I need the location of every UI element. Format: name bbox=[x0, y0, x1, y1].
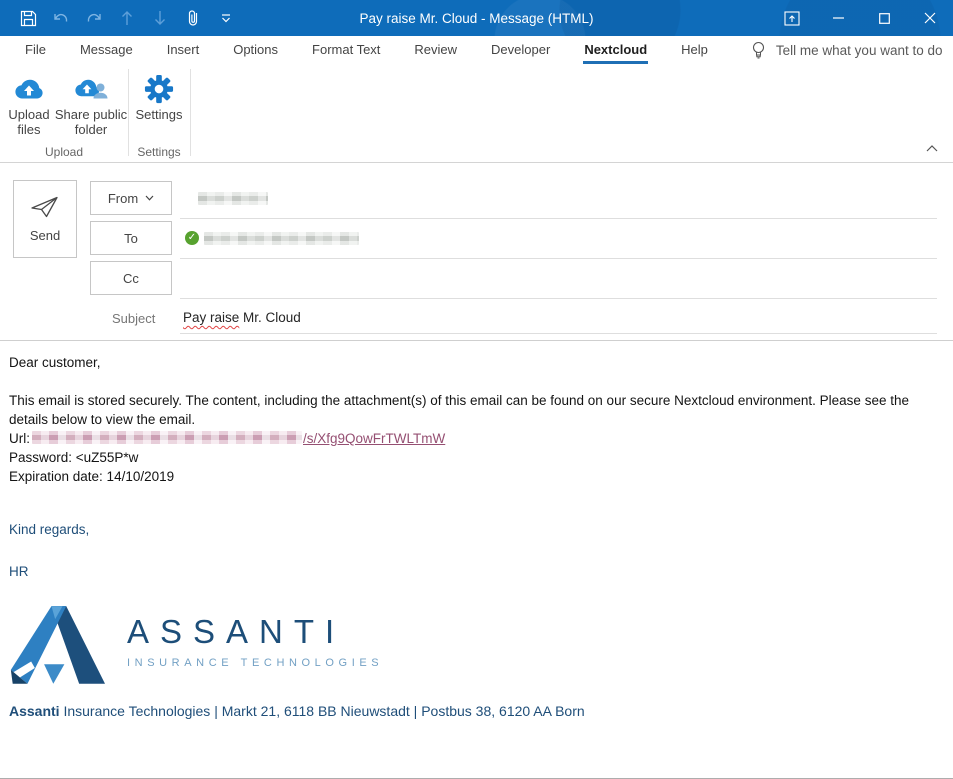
ribbon: Uploadfiles Share publicfolder Upload Se… bbox=[0, 65, 953, 163]
url-redacted-part bbox=[32, 431, 302, 444]
body-greeting: Dear customer, bbox=[9, 353, 937, 372]
field-divider bbox=[180, 258, 937, 259]
from-button[interactable]: From bbox=[90, 181, 172, 215]
collapse-ribbon-icon[interactable] bbox=[923, 141, 941, 155]
send-plane-icon bbox=[30, 195, 60, 219]
assanti-logo-mark-icon bbox=[9, 603, 105, 685]
share-link[interactable]: /s/Xfg9QowFrTWLTmW bbox=[303, 431, 445, 446]
tab-developer[interactable]: Developer bbox=[474, 36, 567, 65]
tab-review[interactable]: Review bbox=[397, 36, 474, 65]
window-title: Pay raise Mr. Cloud - Message (HTML) bbox=[359, 0, 593, 36]
verified-check-icon: ✓ bbox=[185, 231, 199, 245]
body-paragraph: This email is stored securely. The conte… bbox=[9, 391, 937, 429]
body-signoff: HR bbox=[9, 562, 937, 581]
chevron-down-icon bbox=[145, 195, 154, 201]
url-line: Url:/s/Xfg9QowFrTWLTmW bbox=[9, 429, 937, 448]
ribbon-group-label-upload: Upload bbox=[0, 145, 128, 159]
ribbon-group-upload: Uploadfiles Share publicfolder Upload bbox=[0, 65, 128, 162]
upload-cloud-icon bbox=[12, 72, 46, 104]
title-bar: Pay raise Mr. Cloud - Message (HTML) bbox=[0, 0, 953, 36]
ribbon-display-options-icon[interactable] bbox=[769, 0, 815, 36]
maximize-icon[interactable] bbox=[861, 0, 907, 36]
body-closing: Kind regards, bbox=[9, 520, 937, 539]
tab-message[interactable]: Message bbox=[63, 36, 150, 65]
logo-tagline: INSURANCE TECHNOLOGIES bbox=[127, 654, 383, 673]
outlook-message-window: Pay raise Mr. Cloud - Message (HTML) Fil… bbox=[0, 0, 953, 779]
ribbon-group-settings: Settings Settings bbox=[128, 65, 190, 162]
send-label: Send bbox=[30, 228, 60, 243]
move-down-icon[interactable] bbox=[149, 6, 171, 30]
tab-options[interactable]: Options bbox=[216, 36, 295, 65]
settings-button[interactable]: Settings bbox=[133, 72, 185, 122]
attach-file-icon[interactable] bbox=[182, 6, 204, 30]
tab-nextcloud[interactable]: Nextcloud bbox=[567, 36, 664, 65]
tab-help[interactable]: Help bbox=[664, 36, 725, 65]
upload-files-button[interactable]: Uploadfiles bbox=[2, 72, 56, 137]
move-up-icon[interactable] bbox=[116, 6, 138, 30]
assanti-logo: ASSANTI INSURANCE TECHNOLOGIES bbox=[9, 603, 937, 685]
close-icon[interactable] bbox=[907, 0, 953, 36]
subject-field[interactable]: Pay raise Mr. Cloud bbox=[183, 308, 301, 327]
message-body[interactable]: Dear customer, This email is stored secu… bbox=[0, 341, 953, 721]
field-divider bbox=[180, 218, 937, 219]
quick-access-toolbar bbox=[0, 6, 237, 30]
window-controls bbox=[769, 0, 953, 36]
footer-company-bold: Assanti bbox=[9, 703, 60, 719]
to-address-redacted bbox=[204, 232, 359, 245]
subject-rest-text: Mr. Cloud bbox=[239, 310, 301, 325]
settings-gear-icon bbox=[144, 72, 174, 104]
ribbon-tab-row: File Message Insert Options Format Text … bbox=[0, 36, 953, 65]
footer-company-rest: Insurance Technologies | Markt 21, 6118 … bbox=[60, 703, 585, 719]
tab-file[interactable]: File bbox=[8, 36, 63, 65]
tab-insert[interactable]: Insert bbox=[150, 36, 217, 65]
lightbulb-icon bbox=[751, 41, 766, 60]
redo-icon[interactable] bbox=[83, 6, 105, 30]
tab-format-text[interactable]: Format Text bbox=[295, 36, 397, 65]
expiration-line: Expiration date: 14/10/2019 bbox=[9, 467, 937, 486]
subject-label: Subject bbox=[112, 309, 155, 328]
password-line: Password: <uZ55P*w bbox=[9, 448, 937, 467]
ribbon-group-label-settings: Settings bbox=[128, 145, 190, 159]
field-divider bbox=[180, 298, 937, 299]
share-public-folder-button[interactable]: Share publicfolder bbox=[56, 72, 126, 137]
send-button[interactable]: Send bbox=[13, 180, 77, 258]
from-address-redacted bbox=[198, 192, 268, 205]
subject-divider bbox=[180, 333, 937, 334]
share-cloud-icon bbox=[73, 72, 109, 104]
tell-me-label: Tell me what you want to do bbox=[776, 43, 943, 58]
logo-name: ASSANTI bbox=[127, 615, 383, 649]
save-icon[interactable] bbox=[17, 6, 39, 30]
minimize-icon[interactable] bbox=[815, 0, 861, 36]
customize-quick-access-icon[interactable] bbox=[215, 6, 237, 30]
signature-footer: Assanti Insurance Technologies | Markt 2… bbox=[9, 702, 937, 721]
to-button[interactable]: To bbox=[90, 221, 172, 255]
subject-misspelled-text: Pay raise bbox=[183, 310, 239, 325]
ribbon-group-divider bbox=[190, 69, 191, 156]
tell-me-box[interactable]: Tell me what you want to do bbox=[751, 36, 943, 65]
undo-icon[interactable] bbox=[50, 6, 72, 30]
cc-button[interactable]: Cc bbox=[90, 261, 172, 295]
message-header: Send From To Cc ✓ Subject Pay raise Mr. … bbox=[0, 163, 953, 341]
